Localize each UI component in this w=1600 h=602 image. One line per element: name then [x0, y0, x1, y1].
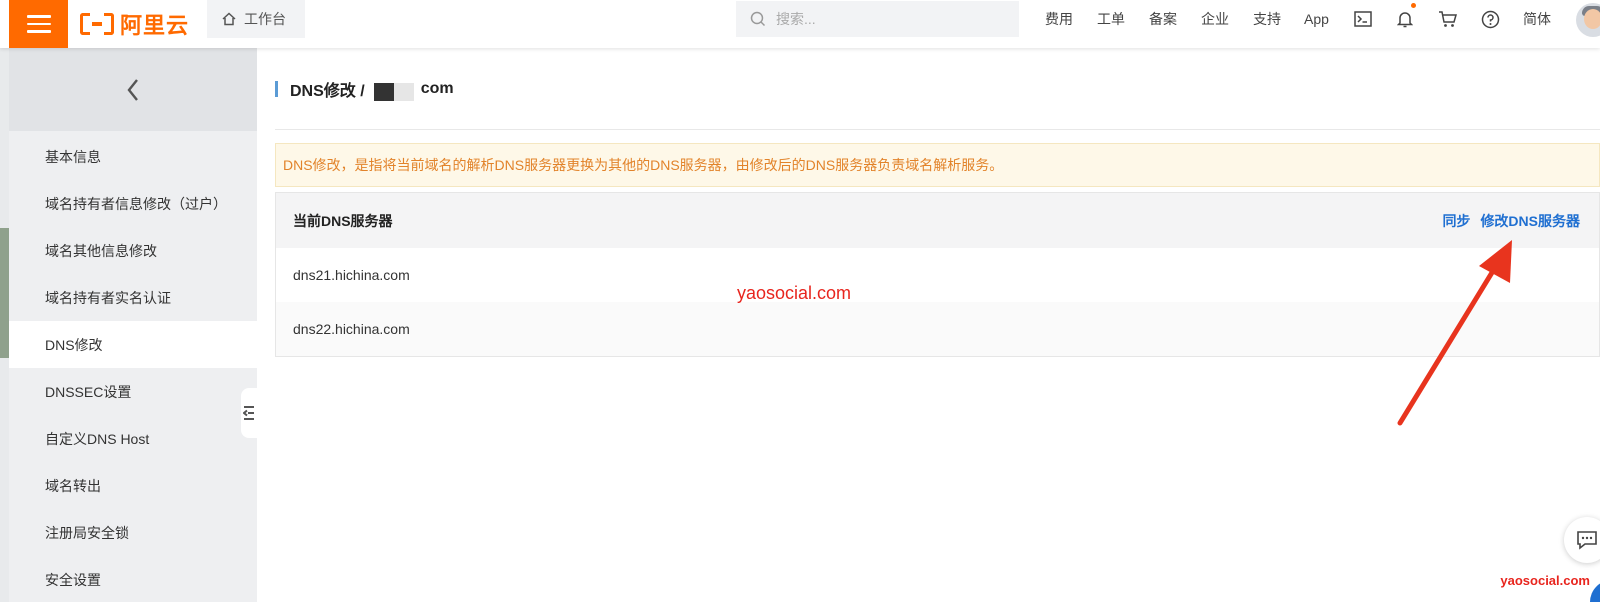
search-input[interactable]: 搜索... — [736, 1, 1019, 37]
language-switch[interactable]: 简体 — [1523, 0, 1551, 38]
bell-icon[interactable] — [1394, 8, 1416, 30]
nav-fees[interactable]: 费用 — [1045, 0, 1073, 38]
avatar[interactable] — [1576, 3, 1600, 37]
top-bar: 阿里云 工作台 搜索... 费用 工单 备案 企业 支持 App 简体 — [0, 0, 1600, 48]
help-icon[interactable] — [1479, 8, 1501, 30]
menu-icon — [26, 15, 51, 33]
annotation-arrow — [1397, 240, 1512, 426]
logo-text: 阿里云 — [120, 13, 190, 38]
nav-enterprise[interactable]: 企业 — [1201, 0, 1229, 38]
workbench-label: 工作台 — [244, 11, 286, 27]
menu-button[interactable] — [9, 0, 68, 48]
chat-icon — [1577, 531, 1597, 550]
nav-support[interactable]: 支持 — [1253, 0, 1281, 38]
aliyun-logo-icon — [80, 13, 114, 35]
nav-app[interactable]: App — [1304, 0, 1329, 38]
nav-filing[interactable]: 备案 — [1149, 0, 1177, 38]
workbench-button[interactable]: 工作台 — [207, 0, 305, 38]
search-placeholder: 搜索... — [776, 11, 816, 27]
cart-icon[interactable] — [1437, 8, 1459, 30]
home-icon — [222, 12, 236, 26]
nav-tickets[interactable]: 工单 — [1097, 0, 1125, 38]
corner-watermark: yaosocial.com — [1500, 573, 1590, 588]
notification-dot — [1411, 3, 1416, 8]
logo[interactable]: 阿里云 — [80, 6, 189, 42]
terminal-icon[interactable] — [1352, 8, 1374, 30]
search-icon — [750, 11, 766, 27]
